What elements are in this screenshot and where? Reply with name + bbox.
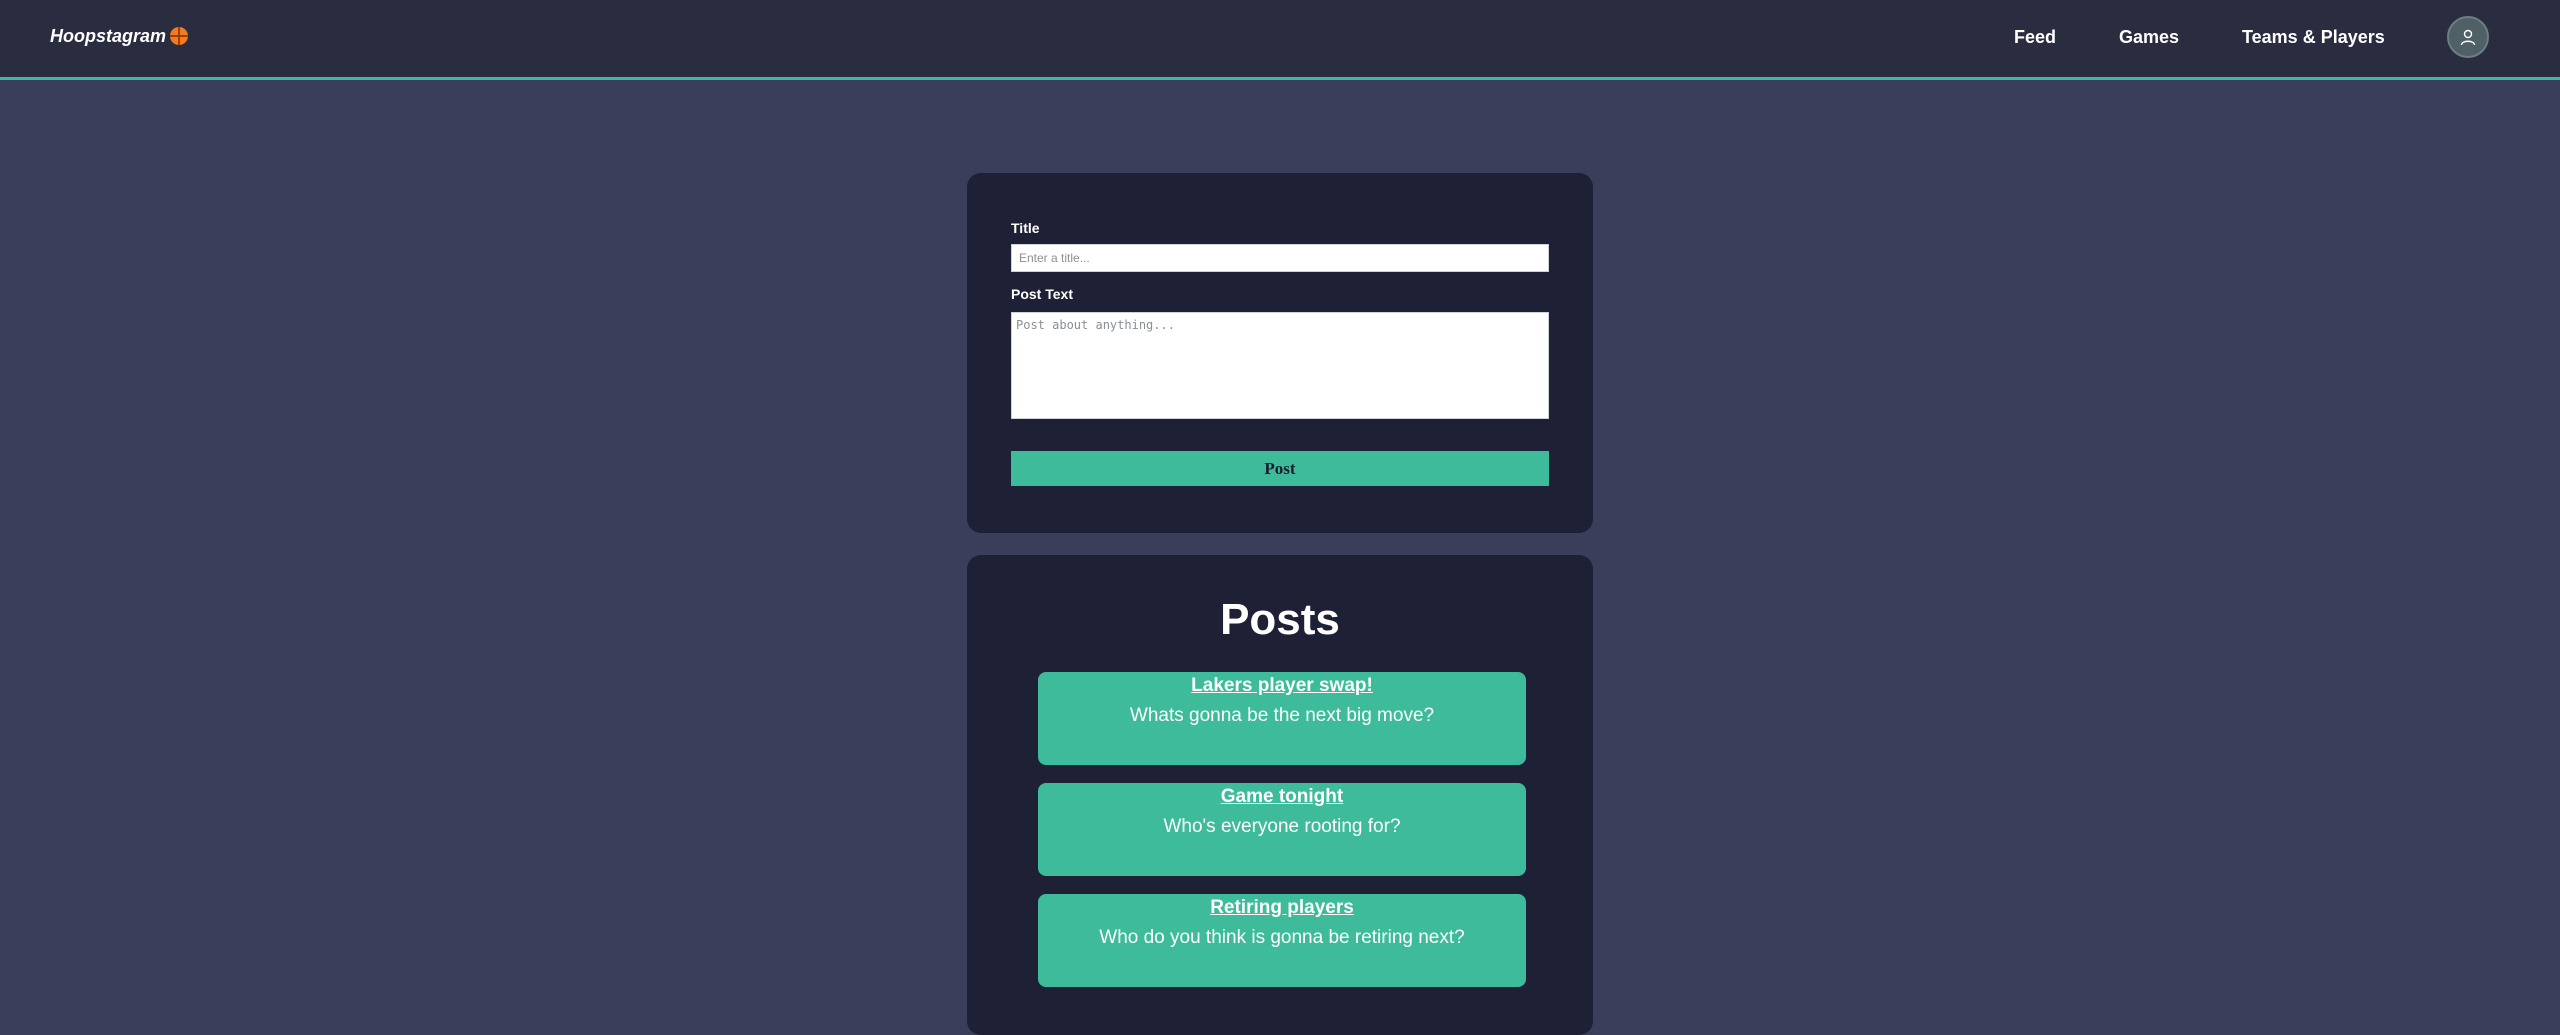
post-item: Retiring players Who do you think is gon… [1038, 894, 1526, 987]
nav-link-games[interactable]: Games [2119, 27, 2179, 48]
brand-name: Hoopstagram [50, 25, 167, 46]
post-body: Who do you think is gonna be retiring ne… [1099, 927, 1465, 948]
top-navbar: Hoopstagram Feed Games Teams & Players [0, 0, 2560, 80]
basketball-icon [170, 27, 189, 45]
title-label: Title [1011, 220, 1040, 236]
nav-link-teams-players[interactable]: Teams & Players [2242, 27, 2385, 48]
post-item: Lakers player swap! Whats gonna be the n… [1038, 672, 1526, 765]
post-body: Who's everyone rooting for? [1163, 816, 1401, 837]
user-icon [2460, 29, 2476, 46]
post-title-link[interactable]: Lakers player swap! [1038, 675, 1526, 697]
title-input[interactable] [1011, 244, 1549, 272]
post-text-input[interactable] [1011, 312, 1549, 419]
post-title-link[interactable]: Game tonight [1038, 786, 1526, 808]
new-post-form: Title Post Text Post [967, 173, 1593, 533]
post-text-label: Post Text [1011, 286, 1073, 302]
post-title-link[interactable]: Retiring players [1038, 897, 1526, 919]
nav-link-feed[interactable]: Feed [2014, 27, 2056, 48]
post-button[interactable]: Post [1011, 451, 1549, 486]
posts-section: Posts Lakers player swap! Whats gonna be… [967, 555, 1593, 1035]
posts-heading: Posts [1220, 595, 1340, 644]
brand-logo[interactable]: Hoopstagram [50, 24, 189, 48]
post-item: Game tonight Who's everyone rooting for? [1038, 783, 1526, 876]
user-avatar-button[interactable] [2447, 16, 2489, 58]
post-body: Whats gonna be the next big move? [1129, 705, 1435, 726]
